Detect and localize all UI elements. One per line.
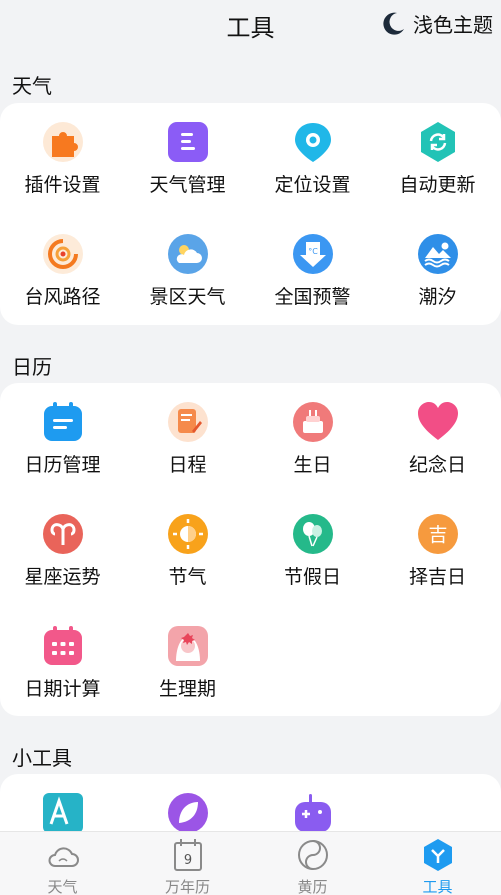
header: 工具 浅色主题 bbox=[0, 0, 501, 48]
item-label: 日期计算 bbox=[24, 678, 101, 700]
section-title-weather: 天气 bbox=[12, 74, 52, 98]
tab-weather[interactable]: 天气 bbox=[0, 832, 125, 895]
typhoon-icon bbox=[43, 234, 83, 274]
location-pin-icon bbox=[295, 123, 331, 162]
tab-label: 工具 bbox=[422, 878, 453, 895]
balloon-icon bbox=[293, 514, 333, 554]
calendar-day-number: 9 bbox=[184, 853, 192, 868]
svg-text:°C: °C bbox=[308, 247, 318, 256]
item-label: 插件设置 bbox=[24, 174, 101, 196]
national-warning-item[interactable]: °C 全国预警 bbox=[250, 233, 375, 333]
typhoon-path-item[interactable]: 台风路径 bbox=[0, 233, 125, 333]
calendar-icon: 9 bbox=[174, 839, 202, 871]
puzzle-icon bbox=[43, 122, 83, 162]
aries-icon bbox=[43, 514, 83, 554]
birthday-item[interactable]: 生日 bbox=[250, 401, 375, 501]
tab-tools[interactable]: 工具 bbox=[375, 832, 500, 895]
heart-icon bbox=[418, 402, 458, 440]
item-label: 台风路径 bbox=[24, 286, 101, 308]
warning-arrow-icon: °C bbox=[293, 234, 333, 274]
calendar-manage-item[interactable]: 日历管理 bbox=[0, 401, 125, 501]
sun-icon bbox=[168, 514, 208, 554]
holiday-item[interactable]: 节假日 bbox=[250, 513, 375, 613]
item-label: 日历管理 bbox=[24, 454, 101, 476]
item-label: 生日 bbox=[293, 454, 332, 476]
plugin-settings-item[interactable]: 插件设置 bbox=[0, 121, 125, 221]
section-title-tools: 小工具 bbox=[12, 746, 72, 770]
tab-perpetual-calendar[interactable]: 9 万年历 bbox=[125, 832, 250, 895]
scenic-weather-item[interactable]: 景区天气 bbox=[125, 233, 250, 333]
auto-update-item[interactable]: 自动更新 bbox=[375, 121, 500, 221]
anniversary-item[interactable]: 纪念日 bbox=[375, 401, 500, 501]
item-label: 天气管理 bbox=[149, 174, 226, 196]
item-label: 全国预警 bbox=[274, 286, 351, 308]
calendar-manage-icon bbox=[44, 402, 82, 441]
location-settings-item[interactable]: 定位设置 bbox=[250, 121, 375, 221]
bottom-tab-bar: 天气 9 万年历 黄历 工具 bbox=[0, 831, 501, 895]
tab-label: 万年历 bbox=[164, 878, 210, 895]
tide-wave-icon bbox=[418, 234, 458, 274]
theme-label: 浅色主题 bbox=[413, 12, 493, 37]
item-label: 节假日 bbox=[283, 566, 341, 588]
item-label: 日程 bbox=[168, 454, 207, 476]
weather-card: 插件设置 天气管理 定位设置 自动更新 台风路径 景区天气 °C 全国预警 潮汐 bbox=[0, 103, 501, 325]
tab-label: 天气 bbox=[47, 878, 78, 895]
item-label: 自动更新 bbox=[399, 174, 476, 196]
item-label: 潮汐 bbox=[418, 286, 457, 308]
date-calculation-item[interactable]: 日期计算 bbox=[0, 625, 125, 725]
tab-almanac[interactable]: 黄历 bbox=[250, 832, 375, 895]
font-size-icon bbox=[43, 793, 83, 833]
section-title-calendar: 日历 bbox=[12, 355, 52, 379]
svg-text:吉: 吉 bbox=[428, 524, 447, 546]
calendar-card: 日历管理 日程 生日 纪念日 星座运势 节气 节假日 吉 择吉日 日期计算 生理… bbox=[0, 383, 501, 716]
item-label: 生理期 bbox=[158, 678, 216, 700]
moon-icon bbox=[383, 12, 404, 35]
cloud-icon bbox=[48, 847, 79, 867]
list-icon bbox=[168, 122, 208, 162]
notepad-icon bbox=[168, 402, 208, 442]
refresh-icon bbox=[421, 122, 455, 162]
leaf-icon bbox=[168, 793, 208, 833]
calendar-grid-icon bbox=[44, 626, 82, 665]
item-label: 节气 bbox=[168, 566, 207, 588]
schedule-item[interactable]: 日程 bbox=[125, 401, 250, 501]
auspicious-icon: 吉 bbox=[418, 514, 458, 554]
woman-icon bbox=[168, 626, 208, 666]
item-label: 纪念日 bbox=[408, 454, 466, 476]
weather-manage-item[interactable]: 天气管理 bbox=[125, 121, 250, 221]
tools-hexagon-icon bbox=[424, 839, 452, 871]
cloud-sun-icon bbox=[168, 234, 208, 274]
item-label: 星座运势 bbox=[24, 566, 101, 588]
gamepad-icon bbox=[295, 794, 331, 832]
theme-toggle-button[interactable]: 浅色主题 bbox=[381, 9, 493, 37]
period-item[interactable]: 生理期 bbox=[125, 625, 250, 725]
item-label: 定位设置 bbox=[274, 174, 351, 196]
auspicious-day-item[interactable]: 吉 择吉日 bbox=[375, 513, 500, 613]
tide-item[interactable]: 潮汐 bbox=[375, 233, 500, 333]
solar-term-item[interactable]: 节气 bbox=[125, 513, 250, 613]
item-label: 景区天气 bbox=[149, 286, 226, 308]
horoscope-item[interactable]: 星座运势 bbox=[0, 513, 125, 613]
tab-label: 黄历 bbox=[297, 878, 328, 895]
cake-icon bbox=[293, 402, 333, 442]
item-label: 择吉日 bbox=[408, 566, 466, 588]
yin-yang-icon bbox=[298, 840, 328, 870]
